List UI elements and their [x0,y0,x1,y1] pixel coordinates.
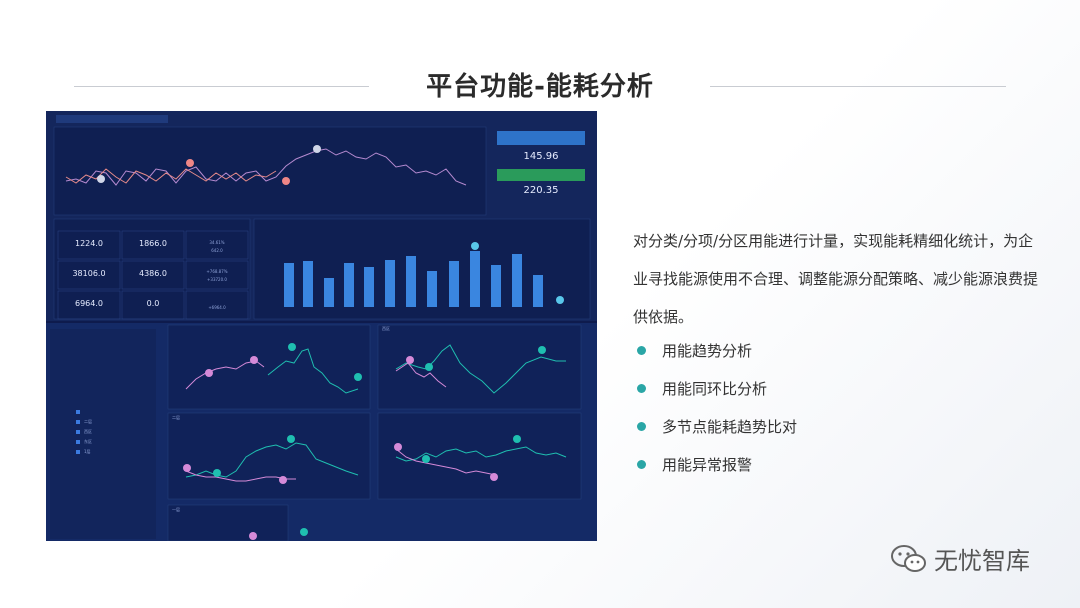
kpi-1: 1224.0 [75,239,103,248]
feature-label: 用能趋势分析 [662,341,753,360]
kpi-5: 4386.0 [139,269,167,278]
feature-label: 用能异常报警 [662,455,753,474]
bullet-dot-icon [637,345,646,355]
kpi-4: 38106.0 [72,269,105,278]
kpi-7: 6964.0 [75,299,103,308]
page-title: 平台功能-能耗分析 [426,72,654,102]
feature-item: 多节点能耗趋势比对 [637,407,937,445]
bullet-dot-icon [637,421,646,431]
bullet-dot-icon [637,383,646,393]
feature-label: 用能同环比分析 [662,379,768,398]
kpi-3: 34.61% [209,240,224,245]
feature-label: 多节点能耗趋势比对 [662,417,798,436]
brand-logo: 无忧智库 [890,541,1030,576]
description-text: 对分类/分项/分区用能进行计量，实现能耗精细化统计，为企业寻找能源使用不合理、调… [633,232,1039,326]
kpi-8: 0.0 [147,299,160,308]
kpi-9: +6964.0 [208,305,226,310]
brand-label: 无忧智库 [934,547,1030,575]
feature-item: 用能趋势分析 [637,331,937,369]
tree-item-1: 二层 [84,418,92,424]
kpi-2: 1866.0 [139,239,167,248]
tree-item-4: 1层 [84,448,91,454]
kpi-sub-2: +33720.0 [207,277,227,282]
tree-item-2: 西区 [84,429,92,434]
kpi-6: +768.87% [206,269,227,274]
feature-list: 用能趋势分析 用能同环比分析 多节点能耗趋势比对 用能异常报警 [637,331,937,483]
side-value-2: 220.35 [524,185,559,196]
side-value-1: 145.96 [524,151,559,162]
panel-title-floor2: 二层 [172,414,180,420]
dashboard-screenshot: 145.96 220.35 1224.0 1866.0 34.61% 642.0… [46,111,597,541]
tree-item-3: 东区 [84,438,92,444]
kpi-sub-1: 642.0 [211,248,223,253]
wechat-icon [891,544,926,572]
feature-item: 用能异常报警 [637,445,937,483]
panel-title-west: 西区 [382,326,390,331]
panel-title-floor1: 一层 [172,506,180,512]
dashboard-illustration: 145.96 220.35 1224.0 1866.0 34.61% 642.0… [46,111,597,541]
feature-item: 用能同环比分析 [637,369,937,407]
bullet-dot-icon [637,459,646,469]
